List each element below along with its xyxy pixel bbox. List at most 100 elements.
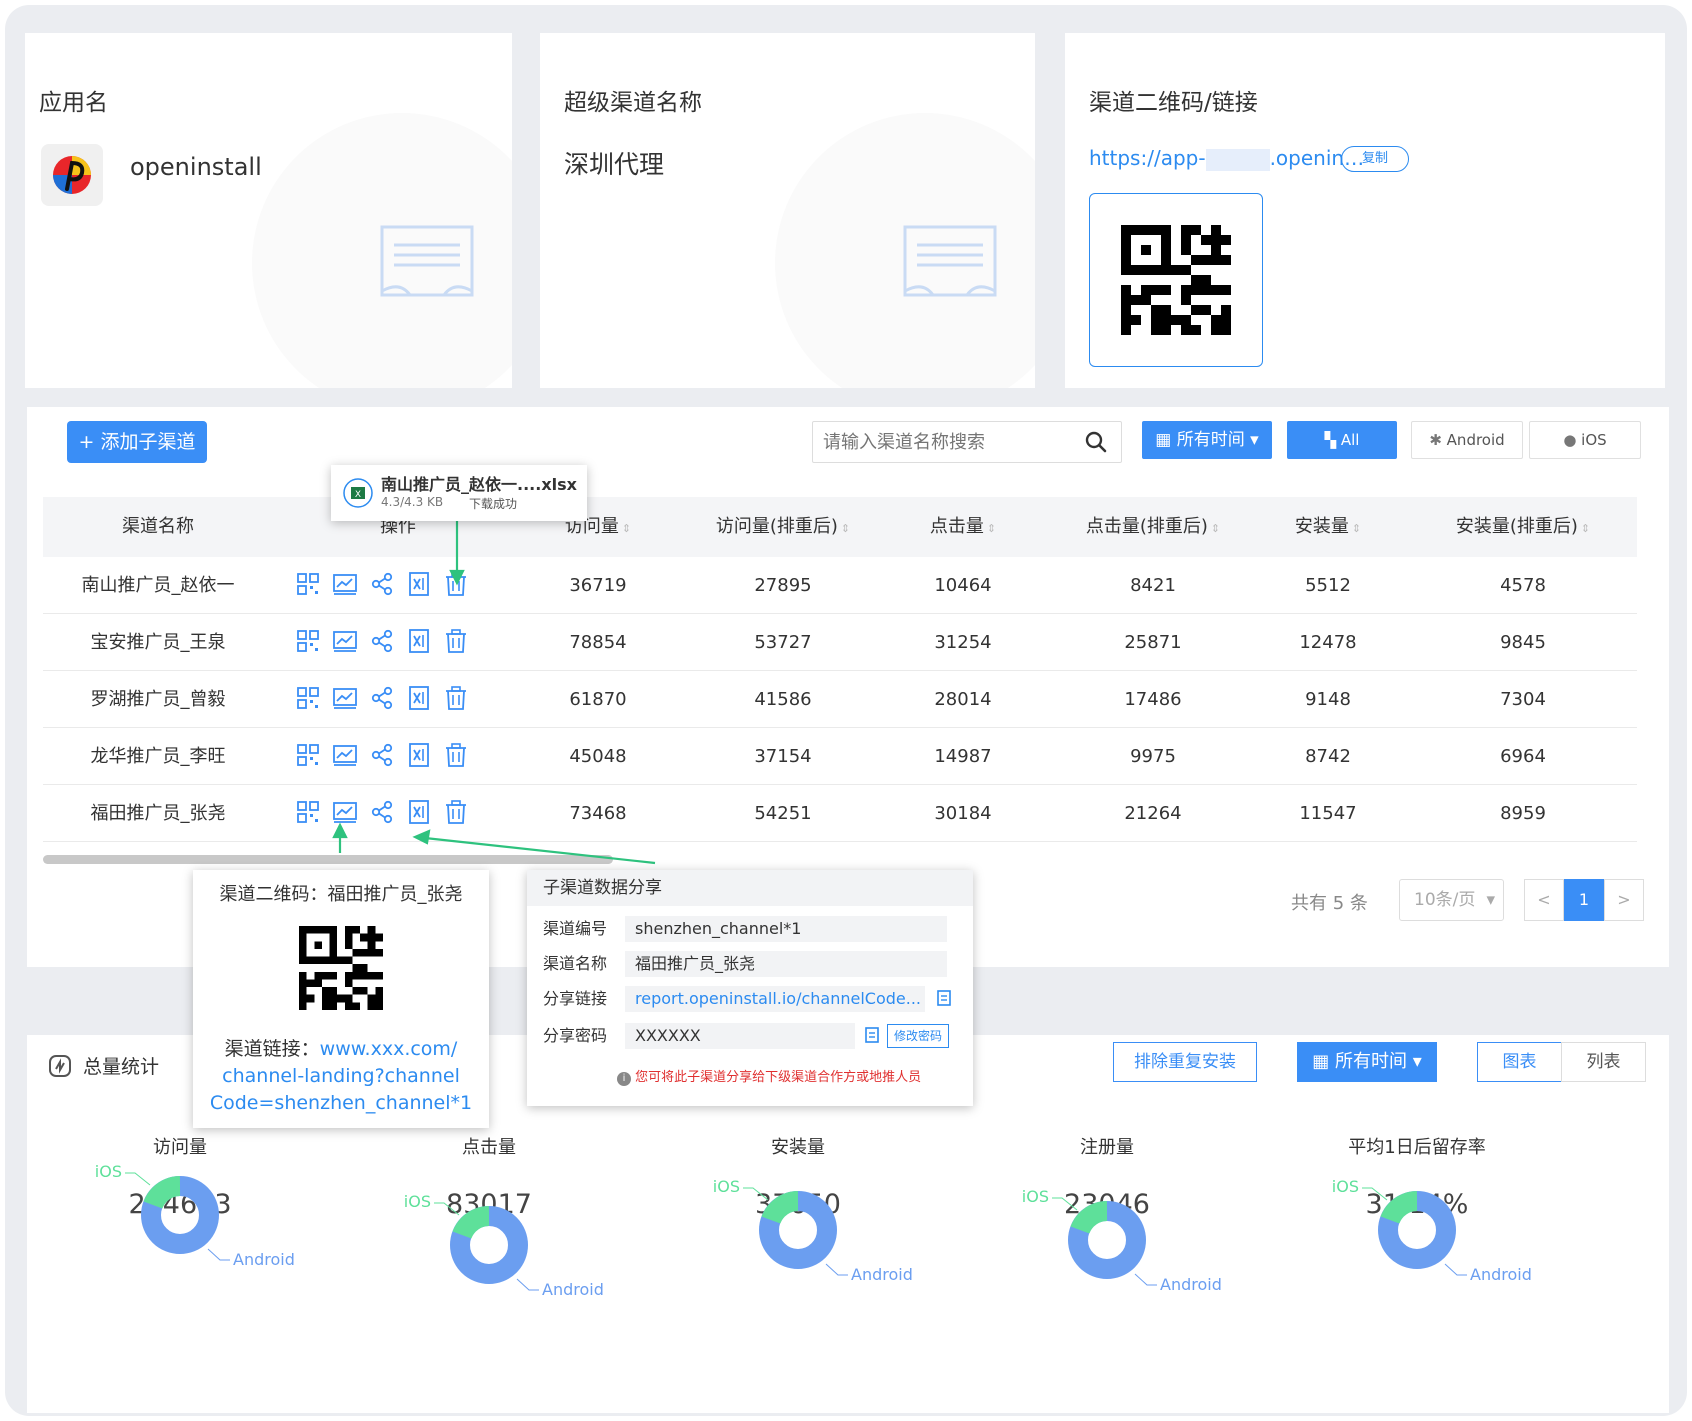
stats-time-filter-button[interactable]: ▦ 所有时间 ▾ — [1297, 1042, 1437, 1082]
col-clicks[interactable]: 点击量 ⇕ — [893, 497, 1033, 557]
delete-icon[interactable] — [443, 685, 469, 711]
donut-svg: iOS Android — [713, 1177, 913, 1284]
exclude-duplicate-installs-toggle[interactable]: 排除重复安装 — [1113, 1042, 1257, 1082]
page-size-select[interactable]: 10条/页 ▾ — [1399, 879, 1504, 921]
row-v1: 73468 — [569, 803, 627, 824]
time-filter-button[interactable]: ▦ 所有时间 ▾ — [1142, 421, 1272, 459]
android-legend-label: Android — [1160, 1275, 1222, 1294]
platform-all-button[interactable]: ▚ All — [1287, 421, 1397, 459]
caret-down-icon: ▾ — [1406, 1051, 1422, 1072]
stats-title: 总量统计 — [83, 1056, 160, 1078]
qr-link-part-3[interactable]: Code=shenzhen_channel*1 — [210, 1092, 472, 1114]
share-icon[interactable] — [369, 742, 395, 768]
chart-icon[interactable] — [332, 628, 358, 654]
share-name-value: 福田推广员_张尧 — [625, 951, 947, 977]
platform-android-button[interactable]: ✱ Android — [1411, 421, 1523, 459]
excel-export-icon[interactable] — [406, 799, 432, 825]
qr-link-part-2[interactable]: channel-landing?channel — [222, 1065, 460, 1087]
row-v5: 8742 — [1305, 746, 1351, 767]
excel-export-icon[interactable] — [406, 571, 432, 597]
pager-prev-button[interactable]: < — [1524, 879, 1564, 921]
share-icon[interactable] — [369, 799, 395, 825]
ios-legend-label: iOS — [404, 1192, 431, 1211]
stat-label: 访问量 — [153, 1137, 207, 1158]
row-v4: 25871 — [1124, 632, 1182, 653]
ios-slice — [452, 1206, 490, 1240]
row-v5: 5512 — [1305, 575, 1351, 596]
android-legend-label: Android — [233, 1250, 295, 1269]
col-installs-dedup[interactable]: 安装量(排重后) ⇕ — [1413, 497, 1633, 557]
pager-page-1[interactable]: 1 — [1564, 879, 1604, 921]
col-clicks-dedup[interactable]: 点击量(排重后) ⇕ — [1053, 497, 1253, 557]
android-icon: ✱ — [1429, 431, 1447, 449]
ios-slice — [1380, 1191, 1418, 1225]
chart-icon[interactable] — [332, 571, 358, 597]
stats-header: 总量统计 — [49, 1052, 159, 1079]
donut-svg: iOS Android — [1332, 1177, 1532, 1284]
copy-icon[interactable] — [863, 1027, 879, 1045]
share-icon[interactable] — [369, 628, 395, 654]
row-v2: 54251 — [754, 803, 812, 824]
qr-link-part-1[interactable]: www.xxx.com/ — [320, 1038, 458, 1060]
qr-code-icon[interactable] — [295, 742, 321, 768]
add-subchannel-button[interactable]: + 添加子渠道 — [67, 421, 207, 463]
link-prefix: https://app- — [1089, 146, 1206, 170]
row-v6: 8959 — [1500, 803, 1546, 824]
share-password-value: XXXXXX — [625, 1023, 855, 1049]
share-link-value[interactable]: report.openinstall.io/channelCode... — [625, 986, 925, 1012]
share-code-value: shenzhen_channel*1 — [625, 916, 947, 942]
delete-icon[interactable] — [443, 628, 469, 654]
ios-leader-line — [434, 1202, 460, 1216]
chart-view-tab[interactable]: 图表 — [1477, 1042, 1562, 1082]
qr-popup-link: 渠道链接：www.xxx.com/ channel-landing?channe… — [193, 1036, 489, 1117]
channel-link[interactable]: https://app- .openin… — [1089, 146, 1364, 171]
col-clicks-label: 点击量 — [929, 516, 984, 537]
link-card-title: 渠道二维码/链接 — [1089, 90, 1258, 116]
row-v3: 14987 — [934, 746, 992, 767]
row-v3: 31254 — [934, 632, 992, 653]
share-icon[interactable] — [369, 571, 395, 597]
delete-icon[interactable] — [443, 571, 469, 597]
chart-icon[interactable] — [332, 799, 358, 825]
share-note: i 您可将此子渠道分享给下级渠道合作方或地推人员 — [617, 1066, 921, 1086]
platform-ios-button[interactable]: ● iOS — [1529, 421, 1641, 459]
excel-file-icon: X — [343, 478, 373, 508]
qr-code-icon[interactable] — [295, 628, 321, 654]
horizontal-scrollbar[interactable] — [43, 855, 613, 864]
page-size-label: 10条/页 — [1414, 890, 1476, 910]
qr-code-icon[interactable] — [295, 685, 321, 711]
copy-button[interactable]: 复制 — [1341, 146, 1409, 172]
col-installs[interactable]: 安装量 ⇕ — [1263, 497, 1393, 557]
excel-export-icon[interactable] — [406, 628, 432, 654]
search-icon[interactable] — [1085, 431, 1107, 453]
row-v6: 4578 — [1500, 575, 1546, 596]
pager-next-button[interactable]: > — [1604, 879, 1644, 921]
row-v1: 36719 — [569, 575, 627, 596]
sort-icon: ⇕ — [1210, 522, 1221, 535]
share-icon[interactable] — [369, 685, 395, 711]
change-password-button[interactable]: 修改密码 — [887, 1024, 949, 1048]
channel-search-input[interactable] — [823, 422, 1078, 462]
channel-qr-code[interactable] — [1089, 193, 1263, 367]
qr-code-icon[interactable] — [295, 571, 321, 597]
table-row: 南山推广员_赵依一 36719 27895 10464 8421 5512 4578 — [43, 557, 1637, 614]
file-size: 4.3/4.3 KB — [381, 495, 444, 509]
copy-icon[interactable] — [935, 990, 951, 1008]
channel-search — [812, 421, 1122, 463]
chart-icon[interactable] — [332, 685, 358, 711]
col-installs-label: 安装量 — [1294, 516, 1349, 537]
row-v2: 41586 — [754, 689, 812, 710]
excel-export-icon[interactable] — [406, 685, 432, 711]
list-view-tab[interactable]: 列表 — [1561, 1042, 1646, 1082]
svg-text:X: X — [355, 490, 361, 500]
share-row-name: 渠道名称 福田推广员_张尧 — [543, 951, 953, 977]
delete-icon[interactable] — [443, 799, 469, 825]
row-channel-name: 宝安推广员_王泉 — [90, 632, 226, 653]
col-visits-dedup[interactable]: 访问量(排重后) ⇕ — [683, 497, 883, 557]
chart-icon[interactable] — [332, 742, 358, 768]
qr-code-icon[interactable] — [295, 799, 321, 825]
excel-export-icon[interactable] — [406, 742, 432, 768]
delete-icon[interactable] — [443, 742, 469, 768]
table-row: 罗湖推广员_曾毅 61870 41586 28014 17486 9148 7304 — [43, 671, 1637, 728]
col-visits-dedup-label: 访问量(排重后) — [715, 516, 838, 537]
